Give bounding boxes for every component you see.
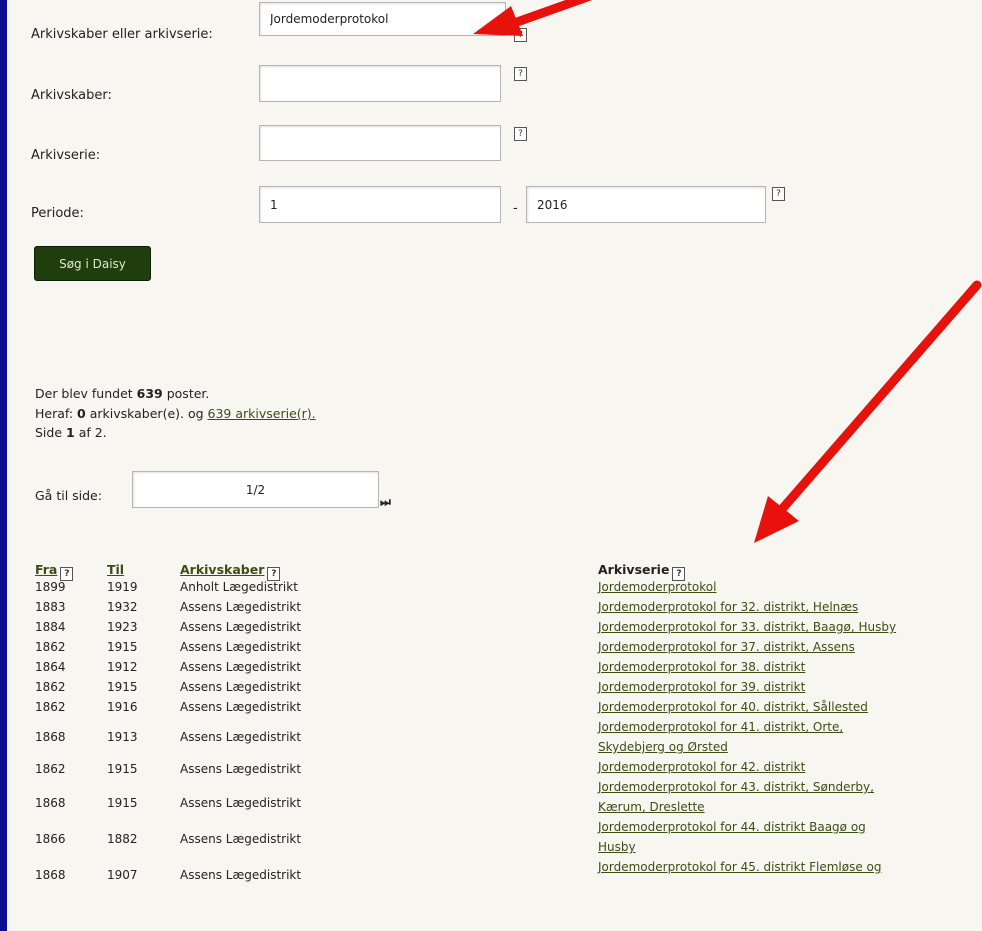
- archive-series-label: Arkivserie:: [31, 148, 101, 163]
- series-link[interactable]: Jordemoderprotokol for 44. distrikt Baag…: [598, 820, 866, 834]
- results-found-line: Der blev fundet 639 poster.: [35, 386, 209, 401]
- sort-from-link[interactable]: Fra: [35, 562, 57, 577]
- series-link[interactable]: Jordemoderprotokol for 38. distrikt: [598, 660, 805, 674]
- col-header-series: Arkivserie?: [598, 562, 686, 581]
- table-cell-creator: Anholt Lægedistrikt: [180, 580, 298, 594]
- table-cell-from: 1884: [35, 620, 66, 634]
- table-cell-to: 1932: [107, 600, 138, 614]
- page-prefix: Side: [35, 425, 67, 440]
- table-cell-from: 1868: [35, 868, 66, 882]
- table-cell-to: 1923: [107, 620, 138, 634]
- table-cell-creator: Assens Lægedistrikt: [180, 700, 302, 714]
- series-link[interactable]: Jordemoderprotokol for 39. distrikt: [598, 680, 805, 694]
- page-suffix: af 2.: [74, 425, 107, 440]
- table-cell-from: 1862: [35, 762, 66, 776]
- table-cell-from: 1864: [35, 660, 66, 674]
- creators-count: 0: [77, 406, 86, 421]
- series-link[interactable]: Jordemoderprotokol: [598, 580, 716, 594]
- table-cell-creator: Assens Lægedistrikt: [180, 620, 302, 634]
- table-cell-from: 1866: [35, 832, 66, 846]
- series-count-link[interactable]: 639 arkivserie(r).: [208, 406, 316, 421]
- period-from-input[interactable]: [259, 186, 501, 223]
- series-link[interactable]: Jordemoderprotokol for 41. distrikt, Ort…: [598, 720, 843, 734]
- table-cell-from: 1862: [35, 680, 66, 694]
- col-header-creator[interactable]: Arkivskaber?: [180, 562, 281, 581]
- period-to-input[interactable]: [526, 186, 766, 223]
- table-cell-from: 1862: [35, 640, 66, 654]
- help-icon[interactable]: ?: [514, 28, 527, 42]
- archive-creator-input[interactable]: [259, 65, 501, 102]
- help-icon[interactable]: ?: [772, 187, 785, 201]
- table-cell-creator: Assens Lægedistrikt: [180, 640, 302, 654]
- col-header-to[interactable]: Til: [107, 562, 124, 577]
- sort-to-link[interactable]: Til: [107, 562, 124, 577]
- series-link[interactable]: Jordemoderprotokol for 32. distrikt, Hel…: [598, 600, 858, 614]
- heraf-prefix: Heraf:: [35, 406, 78, 421]
- table-cell-creator: Assens Lægedistrikt: [180, 762, 302, 776]
- period-dash: -: [513, 201, 518, 216]
- table-cell-to: 1913: [107, 730, 138, 744]
- search-page: Arkivskaber eller arkivserie: ? Arkivska…: [7, 0, 982, 931]
- table-cell-to: 1915: [107, 796, 138, 810]
- table-cell-to: 1907: [107, 868, 138, 882]
- help-icon[interactable]: ?: [267, 567, 281, 581]
- search-button[interactable]: Søg i Daisy: [34, 246, 151, 281]
- table-cell-from: 1868: [35, 730, 66, 744]
- series-link[interactable]: Jordemoderprotokol for 43. distrikt, Søn…: [598, 780, 874, 794]
- goto-page-label: Gå til side:: [35, 488, 102, 503]
- help-icon[interactable]: ?: [514, 67, 527, 81]
- creators-text: arkivskaber(e). og: [85, 406, 208, 421]
- series-link[interactable]: Skydebjerg og Ørsted: [598, 740, 728, 754]
- sort-creator-link[interactable]: Arkivskaber: [180, 562, 264, 577]
- archive-creator-or-series-input[interactable]: [259, 2, 506, 36]
- series-link[interactable]: Kærum, Dreslette: [598, 800, 705, 814]
- series-link[interactable]: Jordemoderprotokol for 33. distrikt, Baa…: [598, 620, 896, 634]
- help-icon[interactable]: ?: [60, 567, 74, 581]
- found-prefix: Der blev fundet: [35, 386, 137, 401]
- col-header-from[interactable]: Fra?: [35, 562, 74, 581]
- series-link[interactable]: Jordemoderprotokol for 45. distrikt Flem…: [598, 860, 882, 874]
- archive-creator-or-series-label: Arkivskaber eller arkivserie:: [31, 27, 213, 42]
- series-link[interactable]: Jordemoderprotokol for 42. distrikt: [598, 760, 805, 774]
- table-cell-from: 1899: [35, 580, 66, 594]
- table-cell-creator: Assens Lægedistrikt: [180, 730, 302, 744]
- help-icon[interactable]: ?: [514, 127, 527, 141]
- table-cell-to: 1919: [107, 580, 138, 594]
- table-cell-to: 1912: [107, 660, 138, 674]
- results-breakdown-line: Heraf: 0 arkivskaber(e). og 639 arkivser…: [35, 406, 316, 421]
- table-cell-creator: Assens Lægedistrikt: [180, 868, 302, 882]
- goto-page-input[interactable]: [132, 471, 379, 508]
- table-cell-to: 1915: [107, 680, 138, 694]
- table-cell-creator: Assens Lægedistrikt: [180, 600, 302, 614]
- results-page-line: Side 1 af 2.: [35, 425, 107, 440]
- last-page-icon[interactable]: ⏭: [380, 495, 391, 510]
- found-count: 639: [136, 386, 163, 401]
- table-cell-creator: Assens Lægedistrikt: [180, 660, 302, 674]
- table-cell-to: 1916: [107, 700, 138, 714]
- series-header-label: Arkivserie: [598, 562, 670, 577]
- table-cell-to: 1882: [107, 832, 138, 846]
- arrow-to-series-column: [754, 280, 982, 543]
- table-cell-creator: Assens Lægedistrikt: [180, 796, 302, 810]
- table-cell-creator: Assens Lægedistrikt: [180, 680, 302, 694]
- archive-creator-label: Arkivskaber:: [31, 88, 112, 103]
- table-cell-to: 1915: [107, 762, 138, 776]
- table-cell-from: 1883: [35, 600, 66, 614]
- period-label: Periode:: [31, 206, 84, 221]
- table-cell-creator: Assens Lægedistrikt: [180, 832, 302, 846]
- page-current: 1: [66, 425, 75, 440]
- archive-series-input[interactable]: [259, 125, 501, 161]
- table-cell-to: 1915: [107, 640, 138, 654]
- series-link[interactable]: Jordemoderprotokol for 40. distrikt, Sål…: [598, 700, 868, 714]
- series-link[interactable]: Jordemoderprotokol for 37. distrikt, Ass…: [598, 640, 855, 654]
- table-cell-from: 1868: [35, 796, 66, 810]
- series-link[interactable]: Husby: [598, 840, 636, 854]
- help-icon[interactable]: ?: [672, 567, 686, 581]
- found-suffix: poster.: [162, 386, 210, 401]
- table-cell-from: 1862: [35, 700, 66, 714]
